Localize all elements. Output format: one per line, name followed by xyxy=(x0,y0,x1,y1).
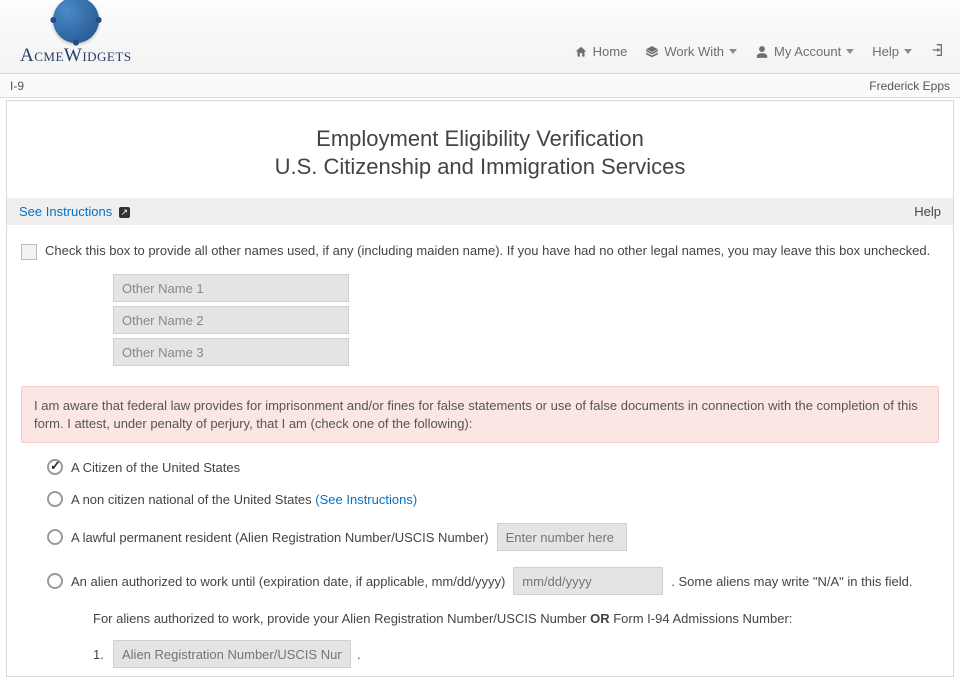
form-body: Check this box to provide all other name… xyxy=(7,225,953,677)
other-names-row: Check this box to provide all other name… xyxy=(21,243,939,260)
top-nav: Home Work With My Account Help xyxy=(574,42,946,67)
form-title-block: Employment Eligibility Verification U.S.… xyxy=(7,101,953,198)
alien-num1-row: 1. . xyxy=(93,640,939,668)
nav-my-account-label: My Account xyxy=(774,44,841,59)
alien-provide-section: For aliens authorized to work, provide y… xyxy=(93,611,939,677)
alien-registration-input[interactable] xyxy=(113,640,351,668)
instructions-strip: See Instructions ↗ Help xyxy=(7,198,953,225)
main-scroll-area[interactable]: Employment Eligibility Verification U.S.… xyxy=(6,100,954,677)
citizenship-opt2-instructions-link[interactable]: (See Instructions) xyxy=(315,492,417,507)
subheader: I-9 Frederick Epps xyxy=(0,74,960,98)
brand-name: AcmeWidgets xyxy=(20,45,132,67)
brand-logo xyxy=(53,0,99,43)
nav-help-label: Help xyxy=(872,44,899,59)
other-names-inputs xyxy=(113,274,939,366)
nav-exit[interactable] xyxy=(930,42,946,61)
home-icon xyxy=(574,45,588,59)
form-help-link[interactable]: Help xyxy=(914,204,941,219)
stack-icon xyxy=(645,45,659,59)
citizenship-opt3-radio[interactable] xyxy=(47,529,63,545)
subheader-right: Frederick Epps xyxy=(869,79,950,93)
see-instructions-text: See Instructions xyxy=(19,204,112,219)
alien-num1-suffix: . xyxy=(357,647,361,662)
form-title-line2: U.S. Citizenship and Immigration Service… xyxy=(7,153,953,181)
other-name-2-input[interactable] xyxy=(113,306,349,334)
other-name-1-input[interactable] xyxy=(113,274,349,302)
citizenship-opt4-suffix: . Some aliens may write "N/A" in this fi… xyxy=(671,574,912,589)
alien-provide-label: For aliens authorized to work, provide y… xyxy=(93,611,792,626)
chevron-down-icon xyxy=(904,49,912,54)
citizenship-opt2-label: A non citizen national of the United Sta… xyxy=(71,492,315,507)
citizenship-opt3-row: A lawful permanent resident (Alien Regis… xyxy=(47,523,939,551)
brand-block: AcmeWidgets xyxy=(20,0,132,67)
chevron-down-icon xyxy=(846,49,854,54)
citizenship-opt4-label: An alien authorized to work until (expir… xyxy=(71,574,505,589)
person-icon xyxy=(755,45,769,59)
other-names-checkbox[interactable] xyxy=(21,244,37,260)
citizenship-opt2-row: A non citizen national of the United Sta… xyxy=(47,491,939,507)
branding-bar: AcmeWidgets Home Work With My Account He… xyxy=(0,0,960,74)
attestation-warning: I am aware that federal law provides for… xyxy=(21,386,939,443)
citizenship-opt4-row: An alien authorized to work until (expir… xyxy=(47,567,939,595)
nav-work-with[interactable]: Work With xyxy=(645,44,737,59)
form-title-line1: Employment Eligibility Verification xyxy=(7,125,953,153)
other-name-3-input[interactable] xyxy=(113,338,349,366)
see-instructions-link[interactable]: See Instructions ↗ xyxy=(19,204,130,219)
nav-work-with-label: Work With xyxy=(664,44,724,59)
citizenship-opt1-radio[interactable] xyxy=(47,459,63,475)
nav-my-account[interactable]: My Account xyxy=(755,44,854,59)
other-names-label: Check this box to provide all other name… xyxy=(45,243,930,258)
chevron-down-icon xyxy=(729,49,737,54)
uscis-number-input[interactable] xyxy=(497,523,627,551)
subheader-left: I-9 xyxy=(10,79,24,93)
alien-num1-index: 1. xyxy=(93,647,107,662)
external-link-icon: ↗ xyxy=(119,207,130,218)
exit-icon xyxy=(930,42,946,61)
nav-home[interactable]: Home xyxy=(574,44,628,59)
nav-home-label: Home xyxy=(593,44,628,59)
citizenship-opt4-radio[interactable] xyxy=(47,573,63,589)
citizenship-opt2-radio[interactable] xyxy=(47,491,63,507)
citizenship-opt3-label: A lawful permanent resident (Alien Regis… xyxy=(71,530,489,545)
citizenship-opt1-label: A Citizen of the United States xyxy=(71,460,240,475)
citizenship-radio-group: A Citizen of the United States A non cit… xyxy=(47,459,939,677)
nav-help[interactable]: Help xyxy=(872,44,912,59)
citizenship-opt1-row: A Citizen of the United States xyxy=(47,459,939,475)
work-expiration-input[interactable] xyxy=(513,567,663,595)
